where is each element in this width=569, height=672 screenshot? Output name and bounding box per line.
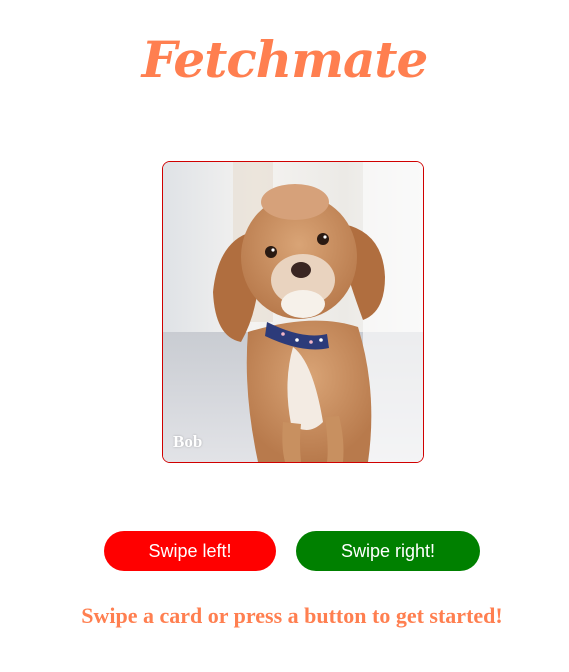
swipe-left-button[interactable]: Swipe left!: [104, 531, 276, 571]
profile-card[interactable]: Bob: [162, 161, 424, 463]
app-title: Fetchmate: [141, 30, 429, 89]
status-message: Swipe a card or press a button to get st…: [81, 603, 503, 628]
swipe-right-button[interactable]: Swipe right!: [296, 531, 480, 571]
card-name: Bob: [173, 432, 203, 451]
dog-photo: [163, 162, 423, 462]
